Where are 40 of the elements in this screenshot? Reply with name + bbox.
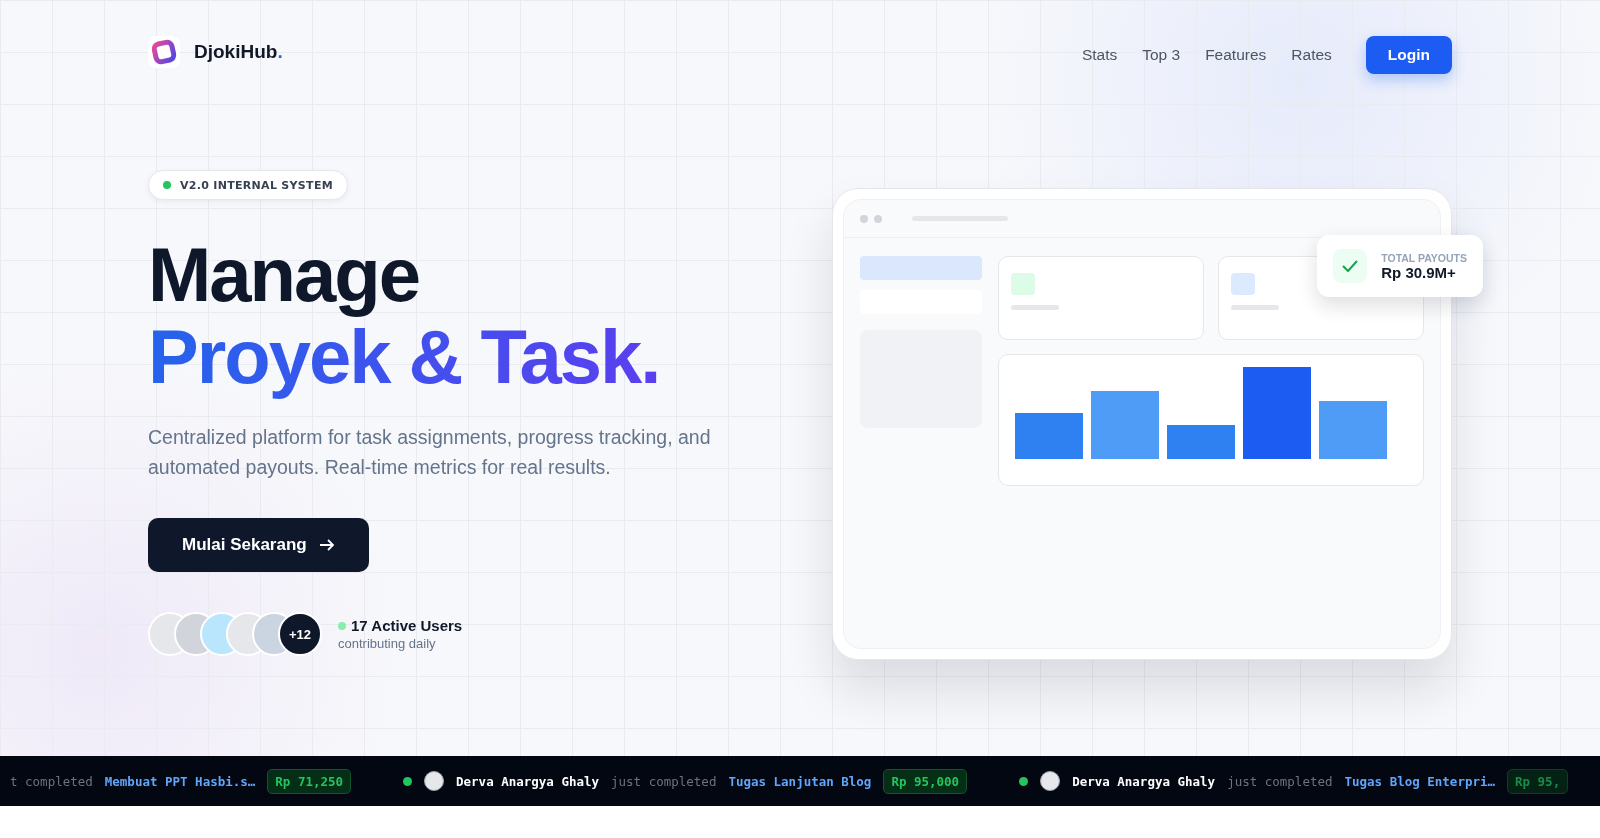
task-name: Tugas Blog Enterpri… [1344,773,1495,789]
status-dot [1019,776,1029,786]
nav-link[interactable]: Features [1205,46,1267,64]
active-users-title: 17 Active Users [351,617,463,634]
extra-users-count: +12 [278,612,322,656]
check-icon [1342,260,1359,272]
logo-icon [148,36,180,68]
description: Centralized platform for task assignments, progress tracking, and automated payouts. Real-time metrics for real results. [148,425,712,480]
nav-link[interactable]: Top 3 [1142,46,1181,64]
online-dot [338,621,346,630]
payout-amount: Rp 95, [1507,768,1569,794]
window-dot [860,214,868,223]
status-dot [403,776,413,786]
payout-amount: Rp 95,000 [883,768,968,794]
login-button[interactable]: Login [1365,36,1452,74]
headline: Manage [148,234,419,316]
chart-bar [1167,425,1235,459]
avatar-placeholder [424,771,445,791]
brand-name[interactable]: DjokiHub. [194,41,283,63]
nav-link[interactable]: Rates [1291,46,1332,64]
active-users-subtitle: contributing daily [338,636,437,651]
arrow-right-icon [318,538,335,552]
activity-text: just completed [1227,773,1333,789]
user-name: Derva Anargya Ghaly [1072,773,1216,789]
cta-button[interactable]: Mulai Sekarang [148,518,369,572]
payout-amount: Rp 71,250 [267,768,352,794]
window-dot [874,214,882,223]
activity-text: just completed [611,773,717,789]
nav-link[interactable]: Stats [1081,46,1118,64]
chart-bar [1091,391,1159,459]
task-name: Tugas Lanjutan Blog [728,773,872,789]
payout-value: Rp 30.9M+ [1381,263,1457,281]
activity-text: t completed [10,773,93,789]
version-badge: V2.0 INTERNAL SYSTEM [148,170,348,200]
chart-bar [1015,413,1083,459]
payout-label: TOTAL PAYOUTS [1381,251,1467,264]
avatar-placeholder [1040,771,1061,791]
chart-bar [1319,401,1387,459]
task-name: Membuat PPT Hasbi.s… [104,773,256,789]
user-name: Derva Anargya Ghaly [456,773,600,789]
